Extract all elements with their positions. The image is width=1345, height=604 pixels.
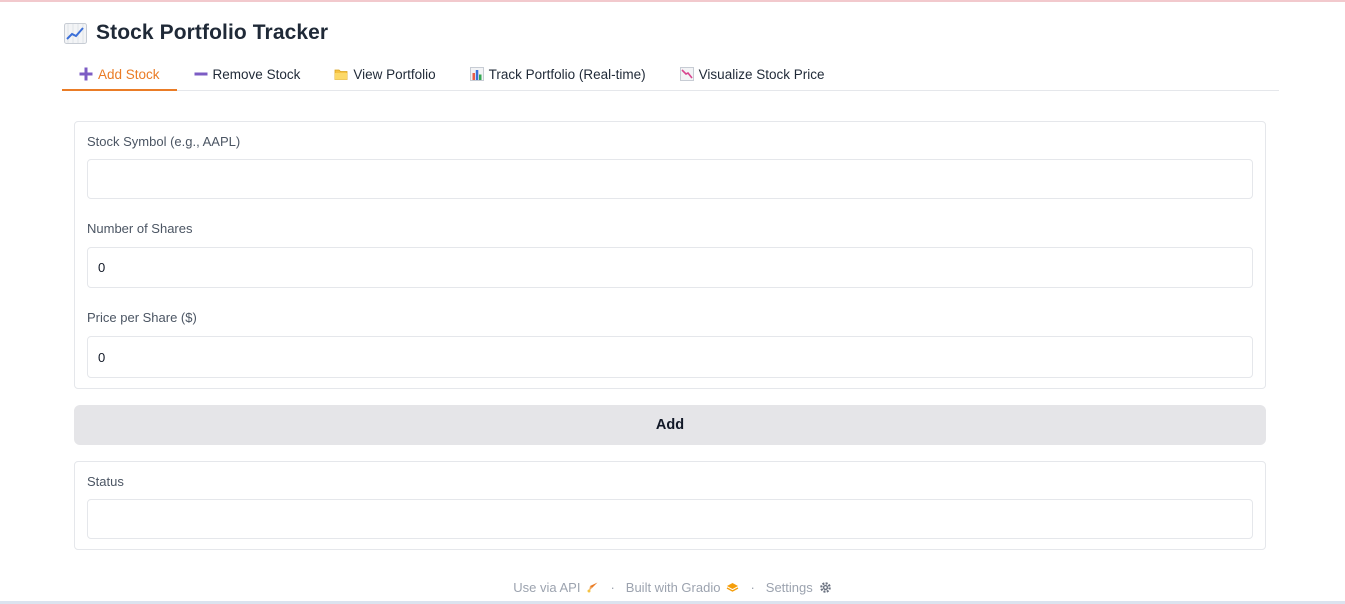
built-with-gradio-link[interactable]: Built with Gradio [626,580,740,595]
status-panel: Status [74,461,1266,550]
api-label: Use via API [513,579,581,595]
tab-label: View Portfolio [353,66,436,82]
built-label: Built with Gradio [625,579,721,595]
tab-view-portfolio[interactable]: View Portfolio [317,58,452,90]
tab-label: Visualize Stock Price [698,66,825,82]
add-stock-form: Stock Symbol (e.g., AAPL) Number of Shar… [74,121,1266,389]
folder-icon [334,67,348,81]
price-per-share-input[interactable] [87,336,1253,378]
tab-visualize-stock-price[interactable]: Visualize Stock Price [663,58,842,90]
shares-label: Number of Shares [87,221,193,236]
chart-increasing-icon [64,22,87,44]
price-label: Price per Share ($) [87,310,197,325]
tab-remove-stock[interactable]: Remove Stock [177,58,318,90]
settings-label: Settings [765,579,813,595]
status-label: Status [87,474,124,489]
use-via-api-link[interactable]: Use via API [513,580,599,595]
symbol-label: Stock Symbol (e.g., AAPL) [87,134,241,149]
tab-bar: Add Stock Remove Stock View Portfolio Tr… [62,58,1279,91]
footer-separator: · [750,579,755,595]
tab-label: Remove Stock [212,66,301,82]
status-output[interactable] [87,499,1253,539]
bar-chart-icon [469,67,484,81]
page-header: Stock Portfolio Tracker [64,19,328,47]
number-of-shares-input[interactable] [87,247,1253,288]
gradio-logo-icon [726,581,739,594]
chart-decreasing-icon [679,67,694,81]
tab-track-portfolio[interactable]: Track Portfolio (Real-time) [453,58,663,90]
footer: Use via API · Built with Gradio · Settin… [0,578,1345,596]
minus-icon [194,67,208,81]
top-accent-line [0,0,1345,2]
settings-link[interactable]: Settings [766,580,832,595]
add-button[interactable]: Add [74,405,1266,445]
footer-separator: · [610,579,615,595]
tab-add-stock[interactable]: Add Stock [62,58,177,91]
tab-label: Add Stock [98,66,160,82]
tab-label: Track Portfolio (Real-time) [488,66,646,82]
page-title: Stock Portfolio Tracker [96,21,329,44]
stock-symbol-input[interactable] [87,159,1253,199]
plus-icon [79,67,93,81]
gear-icon [819,581,832,594]
rocket-icon [586,581,599,594]
